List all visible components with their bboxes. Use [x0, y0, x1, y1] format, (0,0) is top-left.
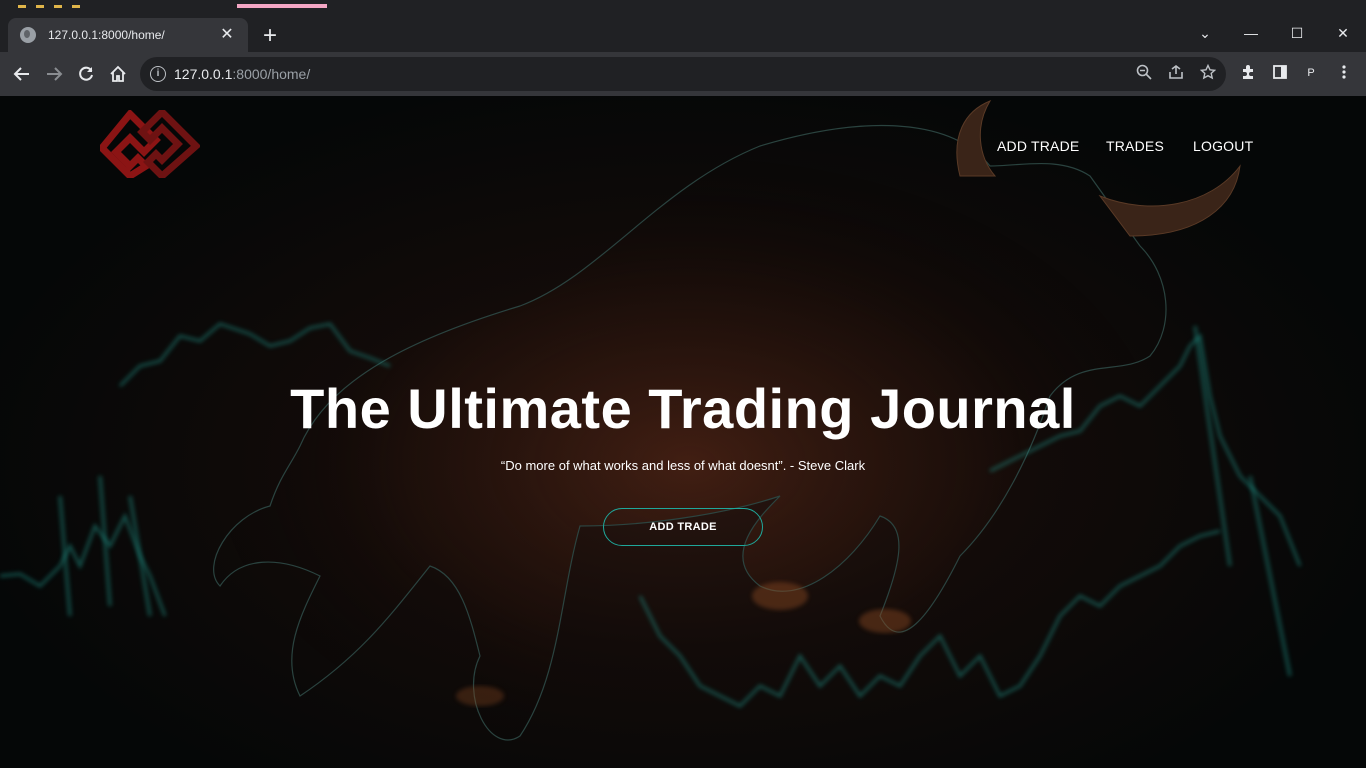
new-tab-button[interactable]: +	[258, 24, 282, 48]
tab-search-dropdown-icon[interactable]: ⌄	[1182, 16, 1228, 50]
tab-close-icon[interactable]: ✕	[218, 27, 236, 43]
nav-trades-link[interactable]: TRADES	[1106, 138, 1164, 154]
url-text[interactable]: 127.0.0.1:8000/home/	[174, 66, 310, 82]
forward-icon[interactable]	[40, 60, 68, 88]
hero-headline: The Ultimate Trading Journal	[290, 377, 1076, 440]
url-host: 127.0.0.1	[174, 66, 233, 82]
star-icon[interactable]	[1198, 63, 1218, 84]
browser-toolbar: i 127.0.0.1:8000/home/	[0, 52, 1366, 96]
maximize-button[interactable]: ☐	[1274, 16, 1320, 50]
nav-add-trade-link[interactable]: ADD TRADE	[997, 138, 1079, 154]
nav-logout-link[interactable]: LOGOUT	[1193, 138, 1253, 154]
profile-avatar[interactable]: P	[1300, 62, 1322, 84]
back-icon[interactable]	[8, 60, 36, 88]
side-panel-icon[interactable]	[1270, 64, 1290, 84]
url-path: :8000/home/	[232, 66, 311, 82]
home-page: ADD TRADE TRADES LOGOUT The Ultimate Tra…	[0, 96, 1366, 768]
minimize-button[interactable]: —	[1228, 16, 1274, 50]
share-icon[interactable]	[1166, 64, 1186, 84]
taskbar-strip	[0, 0, 1366, 9]
address-bar[interactable]: i 127.0.0.1:8000/home/	[140, 57, 1226, 91]
menu-icon[interactable]	[1334, 64, 1354, 84]
info-icon[interactable]: i	[150, 66, 166, 82]
zoom-icon[interactable]	[1134, 64, 1154, 84]
browser-chrome: 127.0.0.1:8000/home/ ✕ + ⌄ — ☐ ✕ i 127.0…	[0, 0, 1366, 96]
extensions-icon[interactable]	[1238, 64, 1258, 84]
browser-tab[interactable]: 127.0.0.1:8000/home/ ✕	[8, 18, 248, 52]
home-icon[interactable]	[104, 60, 132, 88]
reload-icon[interactable]	[72, 60, 100, 88]
site-logo[interactable]	[100, 110, 200, 178]
globe-icon	[20, 27, 36, 43]
add-trade-button[interactable]: ADD TRADE	[603, 508, 763, 546]
close-window-button[interactable]: ✕	[1320, 16, 1366, 50]
hero-quote: “Do more of what works and less of what …	[500, 458, 866, 473]
tab-title: 127.0.0.1:8000/home/	[48, 28, 165, 42]
tab-bar: 127.0.0.1:8000/home/ ✕ + ⌄ — ☐ ✕	[0, 8, 1366, 52]
